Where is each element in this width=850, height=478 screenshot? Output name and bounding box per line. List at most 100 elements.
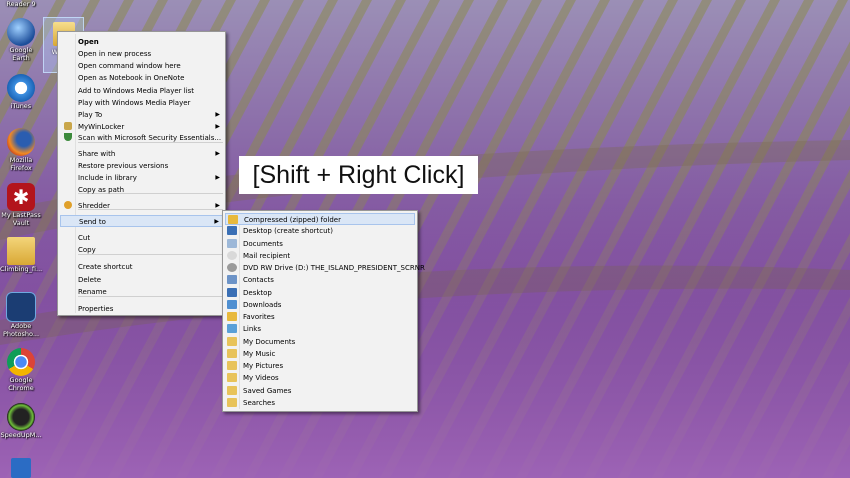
firefox-icon	[7, 128, 35, 156]
menu-item-rename[interactable]: Rename	[60, 286, 223, 298]
menu-item-label: Share with	[78, 150, 116, 158]
desktop-icon-chrome[interactable]: Google Chrome	[0, 348, 42, 392]
send-to-item-links[interactable]: Links	[225, 323, 415, 335]
menu-item-cut[interactable]: Cut	[60, 232, 223, 244]
menu-item-open-command-window-here[interactable]: Open command window here	[60, 60, 223, 72]
zip-folder-icon	[228, 215, 238, 224]
send-to-item-my-music[interactable]: My Music	[225, 348, 415, 360]
send-to-item-label: My Music	[243, 349, 276, 358]
send-to-item-mail-recipient[interactable]: Mail recipient	[225, 250, 415, 262]
saved-games-icon	[227, 385, 237, 395]
send-to-item-searches[interactable]: Searches	[225, 397, 415, 409]
desktop-icon-label: SpeedUpM...	[0, 431, 42, 439]
menu-item-open[interactable]: Open	[60, 36, 223, 48]
links-icon	[227, 324, 237, 334]
desktop-icon-label: Climbing_fi...	[0, 265, 43, 273]
send-to-item-desktop[interactable]: Desktop	[225, 287, 415, 299]
send-to-item-favorites[interactable]: Favorites	[225, 311, 415, 323]
send-to-item-label: My Pictures	[243, 362, 284, 370]
desktop-icon-lastpass[interactable]: ✱ My LastPass Vault	[0, 183, 42, 227]
submenu-arrow-icon: ▶	[215, 123, 220, 130]
menu-item-label: Send to	[79, 218, 106, 226]
menu-item-add-to-windows-media-player-list[interactable]: Add to Windows Media Player list	[60, 85, 223, 97]
desktop-icon-label: iTunes	[10, 102, 32, 110]
menu-item-label: Cut	[78, 234, 91, 242]
send-to-submenu: Compressed (zipped) folder Desktop (creat…	[222, 210, 425, 412]
my-documents-icon	[227, 336, 237, 346]
send-to-item-desktop-create-shortcut[interactable]: Desktop (create shortcut)	[225, 225, 415, 237]
chrome-icon	[7, 348, 35, 376]
menu-item-label: Play To	[78, 111, 103, 119]
searches-icon	[227, 397, 237, 407]
menu-item-label: Create shortcut	[78, 263, 133, 271]
send-to-item-label: Links	[243, 325, 261, 334]
my-music-icon	[227, 348, 237, 358]
send-to-item-label: Searches	[243, 398, 276, 407]
desktop-icon-itunes[interactable]: iTunes	[0, 74, 42, 110]
desktop-icon-label: Reader 9	[6, 0, 36, 8]
shredder-icon	[64, 201, 72, 209]
menu-item-label: Open command window here	[78, 62, 181, 70]
menu-item-label: Scan with Microsoft Security Essentials.…	[78, 134, 222, 142]
send-to-item-label: Compressed (zipped) folder	[244, 216, 341, 224]
menu-item-delete[interactable]: Delete	[60, 274, 223, 286]
menu-item-label: Copy as path	[78, 186, 125, 194]
menu-item-label: Play with Windows Media Player	[78, 99, 191, 107]
desktop-icon-reader[interactable]: Reader 9	[0, 0, 42, 8]
menu-item-copy-as-path[interactable]: Copy as path	[60, 184, 223, 196]
menu-item-properties[interactable]: Properties	[60, 303, 223, 315]
menu-item-restore-previous-versions[interactable]: Restore previous versions	[60, 160, 223, 172]
speedometer-icon	[7, 403, 35, 431]
my-pictures-icon	[227, 361, 237, 370]
menu-item-label: Shredder	[78, 202, 110, 210]
send-to-item-label: Desktop (create shortcut)	[243, 227, 334, 236]
context-menu: Open Open in new process Open command wind…	[57, 31, 226, 316]
send-to-item-compressed-zipped-folder[interactable]: Compressed (zipped) folder	[225, 213, 415, 225]
send-to-item-label: Favorites	[243, 313, 275, 321]
send-to-item-label: My Documents	[243, 337, 296, 346]
menu-item-label: Restore previous versions	[78, 162, 169, 170]
menu-item-copy[interactable]: Copy	[60, 244, 223, 256]
menu-item-shredder[interactable]: Shredder ▶	[60, 200, 223, 212]
send-to-item-label: DVD RW Drive (D:) THE_ISLAND_PRESIDENT_S…	[243, 264, 425, 272]
desktop-folder-icon	[227, 287, 237, 297]
send-to-item-saved-games[interactable]: Saved Games	[225, 385, 415, 397]
send-to-item-label: My Videos	[243, 374, 279, 383]
send-to-item-documents[interactable]: Documents	[225, 238, 415, 250]
menu-item-send-to[interactable]: Send to ▶	[60, 215, 223, 227]
dvd-drive-icon	[227, 263, 237, 272]
desktop-icon-climbing-folder[interactable]: Climbing_fi...	[0, 237, 42, 273]
send-to-item-dvd-rw-drive-d-the-island-pres[interactable]: DVD RW Drive (D:) THE_ISLAND_PRESIDENT_S…	[225, 262, 425, 274]
send-to-item-label: Desktop	[243, 288, 272, 297]
menu-item-open-as-notebook-in-onenote[interactable]: Open as Notebook in OneNote	[60, 72, 223, 84]
send-to-item-my-pictures[interactable]: My Pictures	[225, 360, 415, 372]
menu-item-scan-with-microsoft-security-essentials[interactable]: Scan with Microsoft Security Essentials.…	[60, 132, 223, 144]
google-earth-icon	[7, 18, 35, 46]
submenu-arrow-icon: ▶	[215, 202, 220, 209]
desktop-icon-photoshop[interactable]: Adobe Photosho...	[0, 292, 42, 338]
menu-item-label: Delete	[78, 276, 101, 284]
desktop-icon-google-earth[interactable]: Google Earth	[0, 18, 42, 62]
menu-item-play-to[interactable]: Play To ▶	[60, 109, 223, 121]
send-to-item-my-videos[interactable]: My Videos	[225, 372, 415, 384]
submenu-arrow-icon: ▶	[215, 150, 220, 157]
caption-banner: [Shift + Right Click]	[239, 156, 478, 194]
menu-item-create-shortcut[interactable]: Create shortcut	[60, 261, 223, 273]
desktop-icon-firefox[interactable]: Mozilla Firefox	[0, 128, 42, 172]
desktop-icon-label: Adobe Photosho...	[2, 322, 40, 338]
my-videos-icon	[227, 373, 237, 383]
desktop-icon-speedup[interactable]: SpeedUpM...	[0, 403, 42, 439]
menu-item-include-in-library[interactable]: Include in library ▶	[60, 172, 223, 184]
send-to-item-contacts[interactable]: Contacts	[225, 274, 415, 286]
submenu-arrow-icon: ▶	[215, 174, 220, 181]
send-to-item-downloads[interactable]: Downloads	[225, 299, 415, 311]
favorites-icon	[227, 312, 237, 321]
menu-item-share-with[interactable]: Share with ▶	[60, 148, 223, 160]
menu-item-open-in-new-process[interactable]: Open in new process	[60, 48, 223, 60]
send-to-item-my-documents[interactable]: My Documents	[225, 336, 415, 348]
lock-icon	[64, 122, 72, 130]
menu-item-label: Include in library	[78, 174, 137, 182]
lastpass-icon: ✱	[7, 183, 35, 211]
desktop-icon-computer[interactable]	[0, 458, 42, 478]
menu-item-play-with-windows-media-player[interactable]: Play with Windows Media Player	[60, 97, 223, 109]
